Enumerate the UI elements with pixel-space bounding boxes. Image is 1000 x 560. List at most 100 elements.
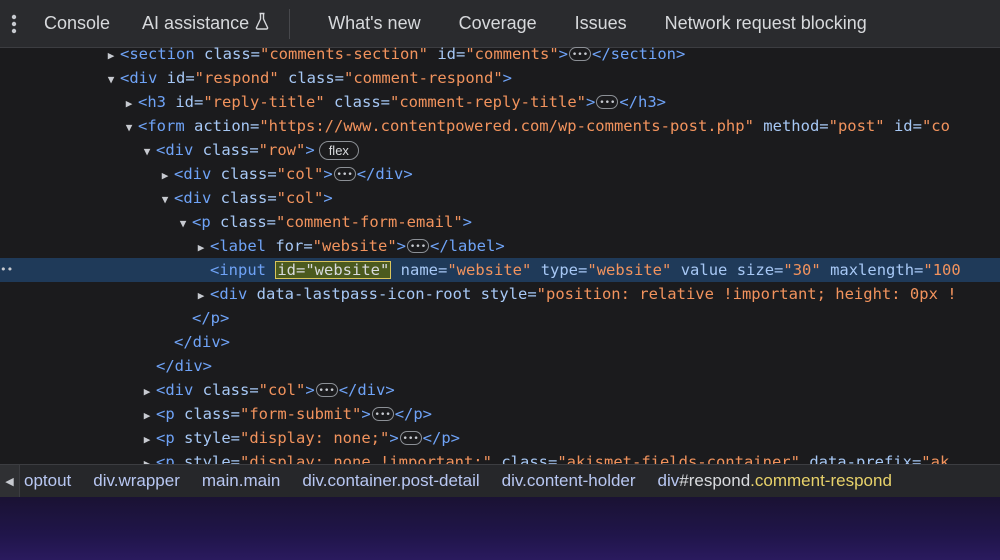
breadcrumb-item[interactable]: div.content-holder [491,471,647,491]
collapsed-content-ellipsis[interactable] [407,235,430,258]
attr-name: name= [400,261,448,279]
tree-row[interactable]: ▶<label for="website"></label> [0,234,1000,259]
collapse-arrow-icon[interactable]: ▼ [156,188,174,210]
tab-coverage[interactable]: Coverage [437,0,553,47]
tag-name: <div [174,165,212,183]
attr-value: "display: none !important;" [240,453,492,464]
tree-row-selected[interactable]: •• <input id="website" name="website" ty… [0,258,1000,282]
tag-name: <div [156,381,194,399]
tag-name: <p [156,453,175,464]
tree-row[interactable]: ▶ <h3 id="reply-title" class="comment-rep… [0,90,1000,115]
tree-row[interactable]: </p> [0,306,1000,330]
tag-name: <form [138,117,185,135]
attr-value: "col" [276,189,324,207]
tab-whats-new[interactable]: What's new [294,0,436,47]
collapse-arrow-icon[interactable]: ▼ [174,212,192,234]
tree-row[interactable]: ▶ <section class="comments-section" id="c… [0,42,1000,67]
closing-tag: </div> [338,381,395,399]
tag-name: <section [120,45,195,63]
tag-bracket: > [502,69,512,87]
expand-arrow-icon[interactable]: ▶ [192,236,210,258]
background-area [0,497,1000,560]
tag-bracket: > [323,189,333,207]
attr-name: maxlength= [830,261,924,279]
expand-arrow-icon[interactable]: ▶ [156,164,174,186]
attr-value: "comment-respond" [344,69,503,87]
tree-row[interactable]: ▼ <p class="comment-form-email"> [0,210,1000,234]
breadcrumb-item[interactable]: main.main [191,471,291,491]
collapsed-content-ellipsis[interactable] [399,427,422,450]
collapsed-content-ellipsis[interactable] [569,43,591,66]
tree-row[interactable]: </div> [0,330,1000,354]
tree-row[interactable]: ▼ <div class="row"> flex [0,138,1000,162]
collapse-arrow-icon[interactable]: ▼ [120,116,138,138]
attr-name: class= [202,381,259,399]
attr-name: class= [220,189,277,207]
collapsed-content-ellipsis[interactable] [315,379,338,402]
attr-value: "position: relative !important; height: … [536,285,957,303]
attr-value: "col" [276,165,324,183]
attr-name: class= [204,45,260,63]
attr-value: "100 [923,261,961,279]
drawer-tab-bar: Console AI assistance What's new Coverag… [0,0,1000,48]
tab-divider [289,8,291,39]
dom-breadcrumb: ◀ optout div.wrapper main.main div.conta… [0,464,1000,497]
attr-name: type= [540,261,588,279]
attr-value: "website" [312,237,397,255]
tree-row[interactable]: ▶<div class="col"></div> [0,378,1000,403]
attr-name: method= [763,117,829,135]
tree-row[interactable]: </div> [0,354,1000,378]
attr-value: "form-submit" [240,405,362,423]
breadcrumb-item-selected[interactable]: div#respond.comment-respond [647,471,903,491]
collapsed-content-ellipsis[interactable] [333,163,356,186]
attr-name: action= [194,117,260,135]
tab-ai-assistance[interactable]: AI assistance [126,0,285,47]
tag-name: <div [174,189,212,207]
flex-badge[interactable]: flex [318,141,359,160]
tag-name: <h3 [138,93,166,111]
expand-arrow-icon[interactable]: ▶ [102,44,120,66]
breadcrumb-item[interactable]: div.wrapper [82,471,191,491]
expand-arrow-icon[interactable]: ▶ [192,284,210,306]
tree-row[interactable]: ▼ <div class="col"> [0,186,1000,210]
collapse-arrow-icon[interactable]: ▼ [138,140,156,162]
attr-value: "website" [587,261,672,279]
tree-row[interactable]: ▶ <div data-lastpass-icon-root style="pos… [0,282,1000,306]
tag-name: <label [210,237,266,255]
closing-tag: </p> [192,309,230,327]
attr-name: class= [184,405,241,423]
tab-issues[interactable]: Issues [553,0,643,47]
expand-arrow-icon[interactable]: ▶ [138,380,156,402]
expand-arrow-icon[interactable]: ▶ [120,92,138,114]
collapse-arrow-icon[interactable]: ▼ [102,68,120,90]
expand-arrow-icon[interactable]: ▶ [138,404,156,426]
tab-console[interactable]: Console [28,0,126,47]
expand-arrow-icon[interactable]: ▶ [138,452,156,464]
attr-name: class= [501,453,558,464]
tab-network-request-blocking[interactable]: Network request blocking [643,0,883,47]
tree-row[interactable]: ▼ <form action="https://www.contentpowere… [0,114,1000,138]
collapsed-content-ellipsis[interactable] [371,403,394,426]
tree-row[interactable]: ▼ <div id="respond" class="comment-respon… [0,66,1000,90]
attr-value: "col" [258,381,306,399]
attr-name: data-lastpass-icon-root [256,285,472,303]
tree-row[interactable]: ▶ <p style="display: none !important;" cl… [0,450,1000,464]
attr-value: "post" [828,117,885,135]
tree-row[interactable]: ▶<p style="display: none;"></p> [0,426,1000,451]
more-options-icon[interactable] [0,0,28,47]
selected-node-dots-icon[interactable]: •• [0,258,13,282]
attr-name: class= [288,69,345,87]
attr-name: class= [202,141,259,159]
flask-icon [255,12,269,35]
tag-bracket: > [462,213,472,231]
tab-label: Network request blocking [664,13,867,33]
tree-row[interactable]: ▶<p class="form-submit"></p> [0,402,1000,427]
scroll-left-icon[interactable]: ◀ [0,465,20,497]
breadcrumb-item[interactable]: div.container.post-detail [291,471,490,491]
collapsed-content-ellipsis[interactable] [596,91,619,114]
tree-row[interactable]: ▶<div class="col"></div> [0,162,1000,187]
attr-value: "https://www.contentpowered.com/wp-comme… [259,117,754,135]
expand-arrow-icon[interactable]: ▶ [138,428,156,450]
closing-tag: </p> [394,405,433,423]
breadcrumb-item[interactable]: optout [20,471,82,491]
